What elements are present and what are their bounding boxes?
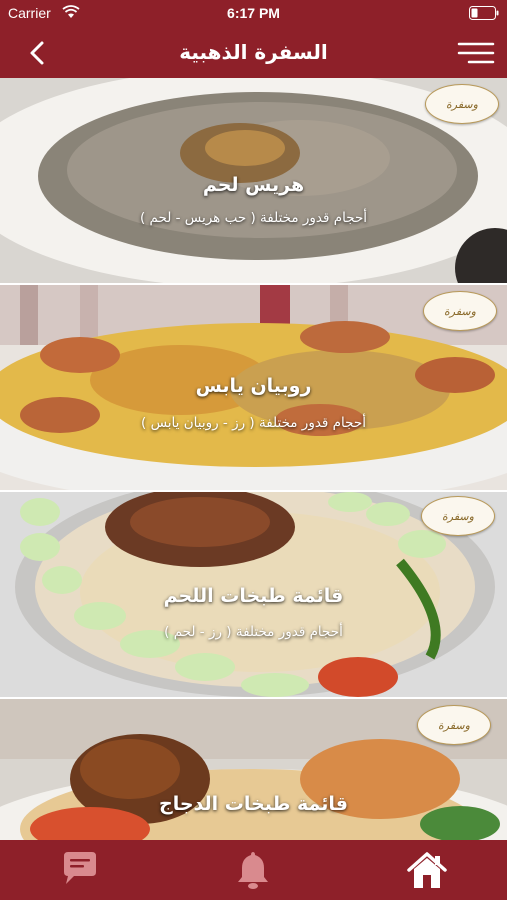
brand-logo: وسفرة (421, 496, 495, 536)
brand-logo: وسفرة (425, 84, 499, 124)
list-item[interactable]: وسفرة روبيان يابس أحجام قدور مختلفة ( رز… (0, 285, 507, 492)
brand-logo: وسفرة (423, 291, 497, 331)
dish-title: قائمة طبخات الدجاج (159, 793, 348, 815)
clock: 6:17 PM (227, 5, 280, 21)
list-item[interactable]: وسفرة قائمة طبخات اللحم أحجام قدور مختلف… (0, 492, 507, 699)
bell-icon (238, 852, 268, 889)
dish-list: وسفرة هريس لحم أحجام قدور مختلفة ( حب هر… (0, 78, 507, 840)
dish-title: هريس لحم (202, 174, 305, 196)
tab-chat[interactable] (58, 848, 102, 892)
nav-bar: السفرة الذهبية (0, 28, 507, 78)
page-title: السفرة الذهبية (179, 40, 328, 64)
tab-bar (0, 840, 507, 900)
dish-title: قائمة طبخات اللحم (163, 585, 344, 607)
battery-icon (469, 6, 499, 20)
dish-title: روبيان يابس (195, 375, 312, 397)
list-item[interactable]: وسفرة قائمة طبخات الدجاج (0, 699, 507, 840)
list-item[interactable]: وسفرة هريس لحم أحجام قدور مختلفة ( حب هر… (0, 78, 507, 285)
chat-icon (64, 852, 96, 884)
dish-subtitle: أحجام قدور مختلفة ( حب هريس - لحم ) (139, 210, 368, 226)
brand-logo: وسفرة (417, 705, 491, 745)
home-icon (407, 852, 447, 888)
dish-subtitle: أحجام قدور مختلفة ( رز - روبيان يابس ) (141, 415, 366, 431)
menu-icon[interactable] (457, 40, 495, 66)
status-bar: Carrier 6:17 PM (0, 0, 507, 28)
tab-home[interactable] (405, 848, 449, 892)
dish-subtitle: أحجام قدور مختلفة ( رز - لحم ) (164, 624, 343, 640)
tab-notifications[interactable] (231, 848, 275, 892)
